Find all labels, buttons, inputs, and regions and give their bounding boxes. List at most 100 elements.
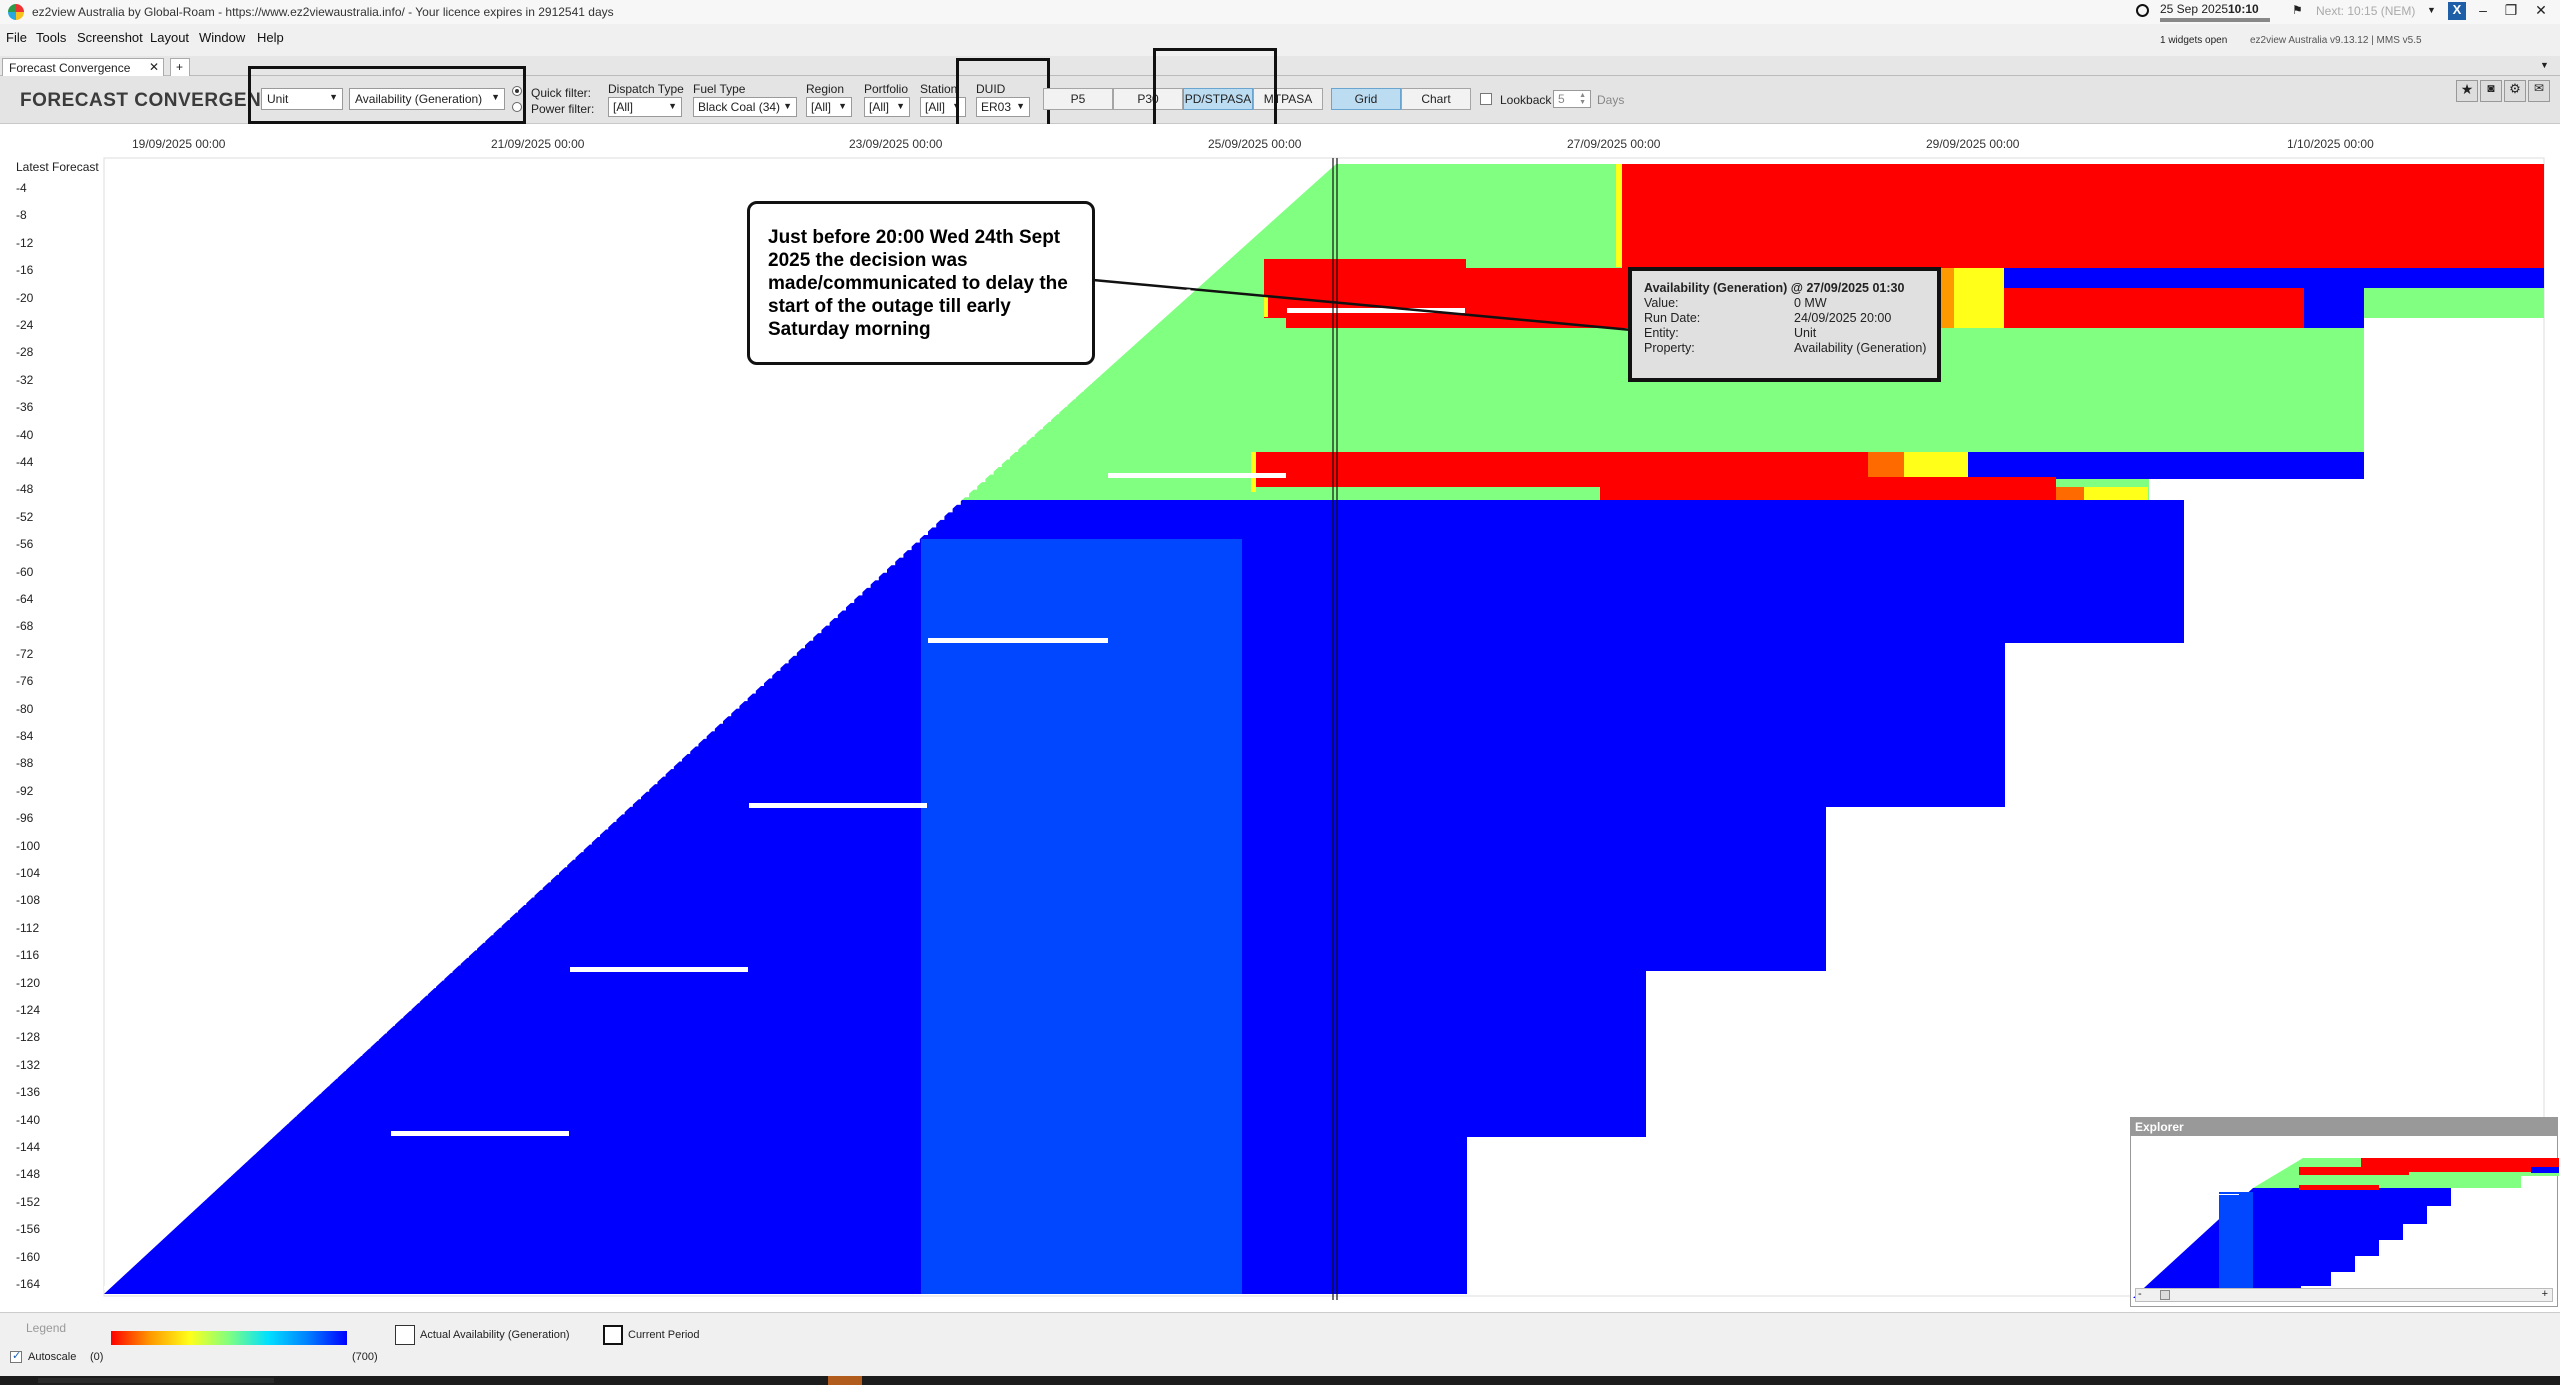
- check-icon: ✓: [12, 1350, 22, 1362]
- heatmap-edge-notch: [202, 1195, 207, 1200]
- heatmap-edge-notch: [169, 1225, 174, 1230]
- heatmap-edge-notch: [1006, 455, 1010, 460]
- heatmap-edge-notch: [637, 795, 641, 800]
- heatmap-green-cell: [2364, 288, 2544, 316]
- actual-swatch: [395, 1325, 415, 1345]
- heatmap-edge-notch: [555, 870, 559, 875]
- heatmap-edge-notch: [710, 727, 715, 732]
- heatmap-edge-notch: [801, 644, 805, 649]
- explorer-panel[interactable]: Explorer - +: [2130, 1117, 2559, 1307]
- heatmap-blue-cell: [2364, 268, 2544, 288]
- heatmap-edge-notch: [153, 1240, 158, 1245]
- heatmap-edge-notch: [948, 508, 953, 513]
- heatmap-edge-notch: [128, 1263, 133, 1268]
- actual-availability-line: [391, 1131, 569, 1136]
- heatmap-edge-notch: [1088, 380, 1092, 384]
- autoscale-label: Autoscale: [28, 1351, 77, 1363]
- heatmap-edge-notch: [645, 787, 650, 792]
- heatmap-yellow-cell: [2084, 487, 2148, 500]
- explorer-scroll-thumb[interactable]: [2160, 1290, 2170, 1300]
- heatmap-edge-notch: [768, 674, 773, 679]
- heatmap-edge-notch: [579, 848, 584, 853]
- explorer-scroll-right-icon[interactable]: +: [2542, 1288, 2548, 1300]
- heatmap-edge-notch: [546, 878, 551, 883]
- actual-label: Actual Availability (Generation): [420, 1329, 570, 1341]
- heatmap-edge-notch: [735, 704, 740, 709]
- heatmap-edge-notch: [809, 636, 814, 641]
- heatmap-edge-notch: [1186, 289, 1191, 294]
- heatmap-edge-notch: [1227, 251, 1232, 256]
- heatmap-edge-notch: [300, 1104, 305, 1109]
- heatmap-edge-notch: [473, 946, 477, 951]
- heatmap-edge-notch: [596, 833, 600, 837]
- heatmap-edge-notch: [1047, 417, 1051, 422]
- heatmap-edge-notch: [1309, 176, 1314, 181]
- heatmap-edge-notch: [407, 1006, 412, 1011]
- current-period-swatch: [603, 1325, 623, 1345]
- heatmap-edge-notch: [727, 712, 732, 717]
- explorer-title: Explorer: [2131, 1118, 2557, 1136]
- tooltip-label: Entity:: [1644, 326, 1679, 340]
- heatmap-edge-notch: [825, 621, 830, 626]
- tooltip-value: 0 MW: [1794, 296, 1827, 310]
- legend-color-scale: [111, 1331, 347, 1345]
- explorer-scrollbar[interactable]: - +: [2135, 1288, 2553, 1302]
- heatmap-edge-notch: [669, 765, 674, 770]
- actual-availability-line: [570, 967, 748, 972]
- heatmap-edge-notch: [858, 591, 863, 596]
- heatmap-edge-notch: [235, 1165, 240, 1170]
- heatmap-edge-notch: [432, 984, 436, 988]
- heatmap-edge-notch: [530, 893, 535, 898]
- explorer-scroll-left-icon[interactable]: -: [2138, 1288, 2142, 1300]
- heatmap-edge-notch: [587, 840, 592, 845]
- heatmap-edge-notch: [522, 900, 527, 905]
- heatmap-edge-notch: [1178, 296, 1183, 301]
- heatmap-edge-notch: [965, 493, 969, 498]
- heatmap-edge-notch: [415, 999, 420, 1004]
- heatmap-edge-notch: [915, 538, 920, 543]
- heatmap-edge-notch: [464, 953, 469, 958]
- explorer-thumbnail[interactable]: [2131, 1136, 2559, 1306]
- heatmap-edge-notch: [1055, 410, 1060, 415]
- heatmap-edge-notch: [309, 1097, 313, 1102]
- heatmap-edge-notch: [227, 1172, 231, 1177]
- heatmap-edge-notch: [678, 757, 682, 762]
- heatmap-edge-notch: [186, 1210, 190, 1215]
- heatmap-edge-notch: [817, 629, 822, 634]
- heatmap-edge-notch: [1038, 425, 1043, 430]
- heatmap-edge-notch: [538, 885, 543, 890]
- heatmap-edge-notch: [177, 1218, 182, 1223]
- heatmap-edge-notch: [514, 908, 518, 913]
- heatmap-edge-notch: [874, 576, 879, 581]
- tooltip-value: Unit: [1794, 326, 1817, 340]
- heatmap-edge-notch: [1153, 319, 1158, 324]
- heatmap-yellow-edge: [1616, 164, 1622, 267]
- heatmap-edge-notch: [350, 1059, 354, 1064]
- tooltip-value: 24/09/2025 20:00: [1794, 311, 1892, 325]
- heatmap-red-band-48: [1256, 477, 2056, 487]
- heatmap-edge-notch: [481, 938, 486, 943]
- heatmap-edge-notch: [1293, 191, 1297, 196]
- heatmap-edge-notch: [1145, 327, 1150, 332]
- heatmap-edge-notch: [1161, 312, 1166, 317]
- autoscale-checkbox[interactable]: ✓: [10, 1350, 22, 1363]
- heatmap-edge-notch: [792, 651, 797, 656]
- heatmap-edge-notch: [423, 991, 428, 996]
- heatmap-edge-notch: [317, 1089, 322, 1094]
- heatmap-edge-notch: [1243, 236, 1248, 241]
- heatmap-edge-notch: [833, 614, 838, 619]
- heatmap-edge-notch: [1317, 168, 1322, 173]
- heatmap-edge-notch: [161, 1233, 166, 1238]
- heatmap-edge-notch: [276, 1127, 281, 1132]
- annotation-callout: Just before 20:00 Wed 24th Sept 2025 the…: [747, 201, 1095, 365]
- heatmap-edge-notch: [776, 666, 781, 671]
- heatmap-blue-cell: [1968, 452, 2364, 479]
- heatmap-edge-notch: [1071, 395, 1076, 400]
- heatmap-edge-notch: [440, 976, 445, 981]
- heatmap-yellow-cell: [1954, 268, 2004, 328]
- heatmap-edge-notch: [210, 1187, 215, 1192]
- tooltip-value: Availability (Generation): [1794, 341, 1927, 355]
- forecast-heatmap[interactable]: [0, 0, 2560, 1312]
- tooltip-label: Value:: [1644, 296, 1679, 310]
- actual-availability-line: [1108, 473, 1286, 478]
